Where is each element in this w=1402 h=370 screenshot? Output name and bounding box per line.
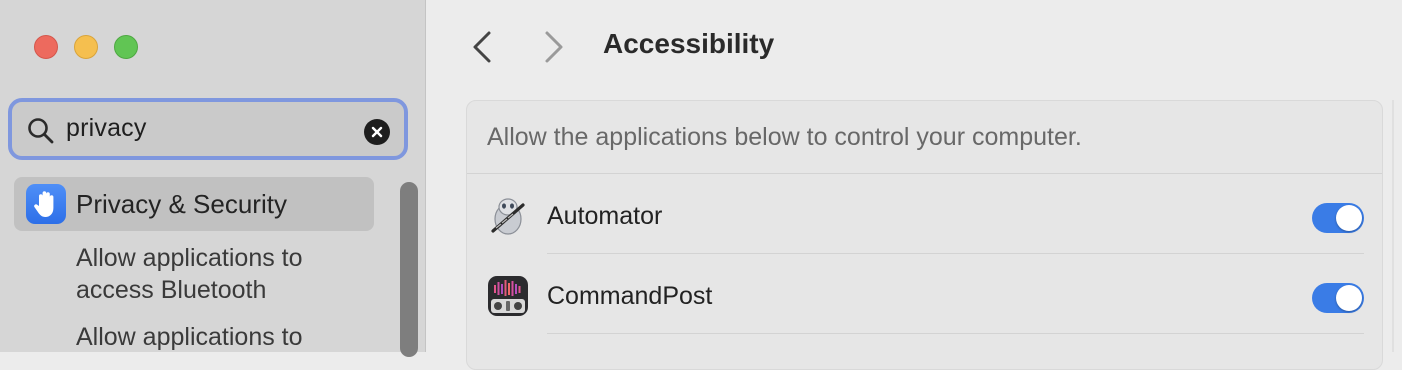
app-name: Automator	[547, 202, 663, 230]
search-icon	[28, 118, 54, 144]
result-line: Allow applications to	[76, 244, 303, 272]
divider	[547, 333, 1364, 334]
minimize-window-button[interactable]	[74, 35, 98, 59]
sidebar-item-label: Privacy & Security	[76, 189, 287, 219]
commandpost-toggle[interactable]	[1312, 283, 1364, 313]
result-line: Allow applications to	[76, 323, 303, 351]
commandpost-app-icon	[488, 276, 528, 316]
hand-raised-icon	[26, 184, 66, 224]
forward-chevron-icon[interactable]	[542, 30, 566, 64]
sidebar: privacy Privacy & Security Allow applica…	[0, 0, 426, 357]
close-window-button[interactable]	[34, 35, 58, 59]
app-name: CommandPost	[547, 282, 713, 310]
accessibility-apps-panel: Allow the applications below to control …	[466, 100, 1383, 370]
toggle-knob	[1336, 205, 1362, 231]
search-input[interactable]: privacy	[66, 114, 147, 143]
back-chevron-icon[interactable]	[470, 30, 494, 64]
divider	[467, 173, 1382, 174]
panel-description: Allow the applications below to control …	[487, 123, 1082, 151]
zoom-window-button[interactable]	[114, 35, 138, 59]
divider	[547, 253, 1364, 254]
automator-robot-icon	[491, 198, 525, 235]
search-result-bluetooth[interactable]: Allow applications to access Bluetooth	[76, 242, 303, 306]
search-result-allow-apps[interactable]: Allow applications to	[76, 321, 303, 353]
content-edge	[1392, 100, 1394, 352]
sidebar-item-privacy-security[interactable]: Privacy & Security	[14, 177, 374, 231]
page-title: Accessibility	[603, 28, 775, 59]
sidebar-scrollbar[interactable]	[400, 182, 418, 357]
automator-toggle[interactable]	[1312, 203, 1364, 233]
toggle-knob	[1336, 285, 1362, 311]
result-line: access Bluetooth	[76, 276, 267, 304]
search-field[interactable]: privacy	[8, 98, 408, 160]
clear-search-icon[interactable]	[364, 119, 390, 145]
